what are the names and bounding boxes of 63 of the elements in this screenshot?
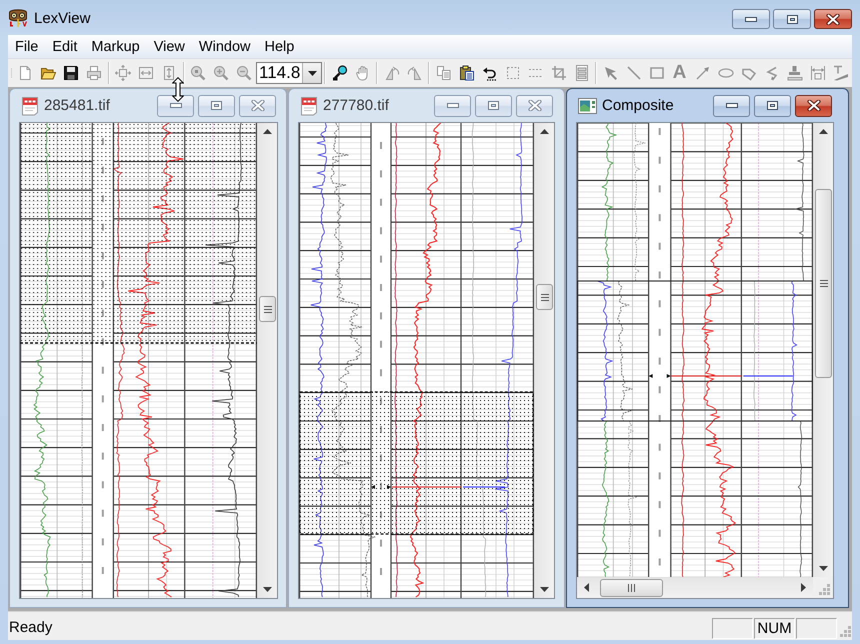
close-icon	[826, 14, 840, 24]
right-arrow-icon[interactable]	[801, 583, 806, 592]
undo-icon[interactable]	[482, 65, 498, 81]
up-arrow-icon[interactable]	[819, 129, 828, 134]
scrollbar-thumb[interactable]	[600, 579, 663, 597]
status-pane	[796, 618, 837, 638]
minimize-icon	[745, 16, 757, 22]
menu-item[interactable]: Help	[257, 36, 302, 56]
minimize-icon	[446, 103, 458, 108]
status-text: Ready	[9, 618, 52, 638]
menu-item[interactable]: Window	[192, 36, 258, 56]
down-arrow-icon[interactable]	[263, 587, 272, 592]
menu-item[interactable]: File	[8, 36, 46, 56]
menu-item[interactable]: Markup	[84, 36, 147, 56]
maximize-button[interactable]	[198, 94, 235, 116]
status-pane	[712, 618, 753, 638]
scrollbar-thumb[interactable]	[815, 189, 832, 378]
close-button[interactable]	[795, 94, 832, 116]
magnifier-lock-icon[interactable]	[332, 65, 348, 81]
paste-icon[interactable]	[458, 65, 474, 81]
maximize-icon	[211, 101, 222, 110]
left-arrow-icon[interactable]	[584, 583, 589, 592]
up-arrow-icon[interactable]	[540, 129, 549, 134]
close-icon	[528, 100, 542, 111]
owl-face-icon	[8, 8, 28, 28]
maximize-icon	[767, 101, 778, 110]
vertical-scrollbar[interactable]	[257, 123, 277, 598]
horizontal-scrollbar[interactable]	[577, 577, 813, 598]
minimize-icon	[170, 103, 182, 108]
minimize-icon	[726, 103, 738, 108]
caret-icon	[308, 70, 316, 76]
close-icon	[806, 100, 820, 111]
scrollbar-thumb[interactable]	[536, 284, 553, 310]
menu-item[interactable]: Edit	[45, 36, 84, 56]
close-button[interactable]	[814, 9, 852, 29]
minimize-button[interactable]	[157, 94, 194, 116]
maximize-button[interactable]	[773, 9, 811, 29]
image-panel-icon	[578, 98, 597, 114]
minimize-button[interactable]	[713, 94, 750, 116]
size-grip-icon[interactable]	[840, 626, 851, 637]
window-title: LexView	[34, 9, 90, 29]
document-icon	[21, 96, 39, 116]
vertical-scrollbar[interactable]	[813, 123, 833, 577]
window-title: 277780.tif	[323, 96, 389, 116]
menu-item[interactable]: View	[146, 36, 192, 56]
down-arrow-icon[interactable]	[540, 587, 549, 592]
scrollbar-thumb[interactable]	[259, 296, 276, 322]
window-title: 285481.tif	[44, 96, 110, 116]
folder-icon[interactable]	[40, 65, 56, 81]
maximize-icon	[488, 101, 499, 110]
maximize-button[interactable]	[754, 94, 791, 116]
minimize-button[interactable]	[732, 9, 770, 29]
vertical-scrollbar[interactable]	[534, 123, 554, 598]
status-indicator: NUM	[754, 618, 795, 638]
up-arrow-icon[interactable]	[263, 129, 272, 134]
window-title: Composite	[602, 96, 674, 116]
zoom-combo[interactable]: 114.8	[256, 62, 322, 84]
close-icon	[250, 100, 264, 111]
maximize-button[interactable]	[475, 94, 512, 116]
maximize-icon	[786, 14, 798, 24]
document-icon	[300, 96, 318, 116]
size-grip-icon[interactable]	[819, 584, 830, 595]
down-arrow-icon[interactable]	[819, 566, 828, 571]
